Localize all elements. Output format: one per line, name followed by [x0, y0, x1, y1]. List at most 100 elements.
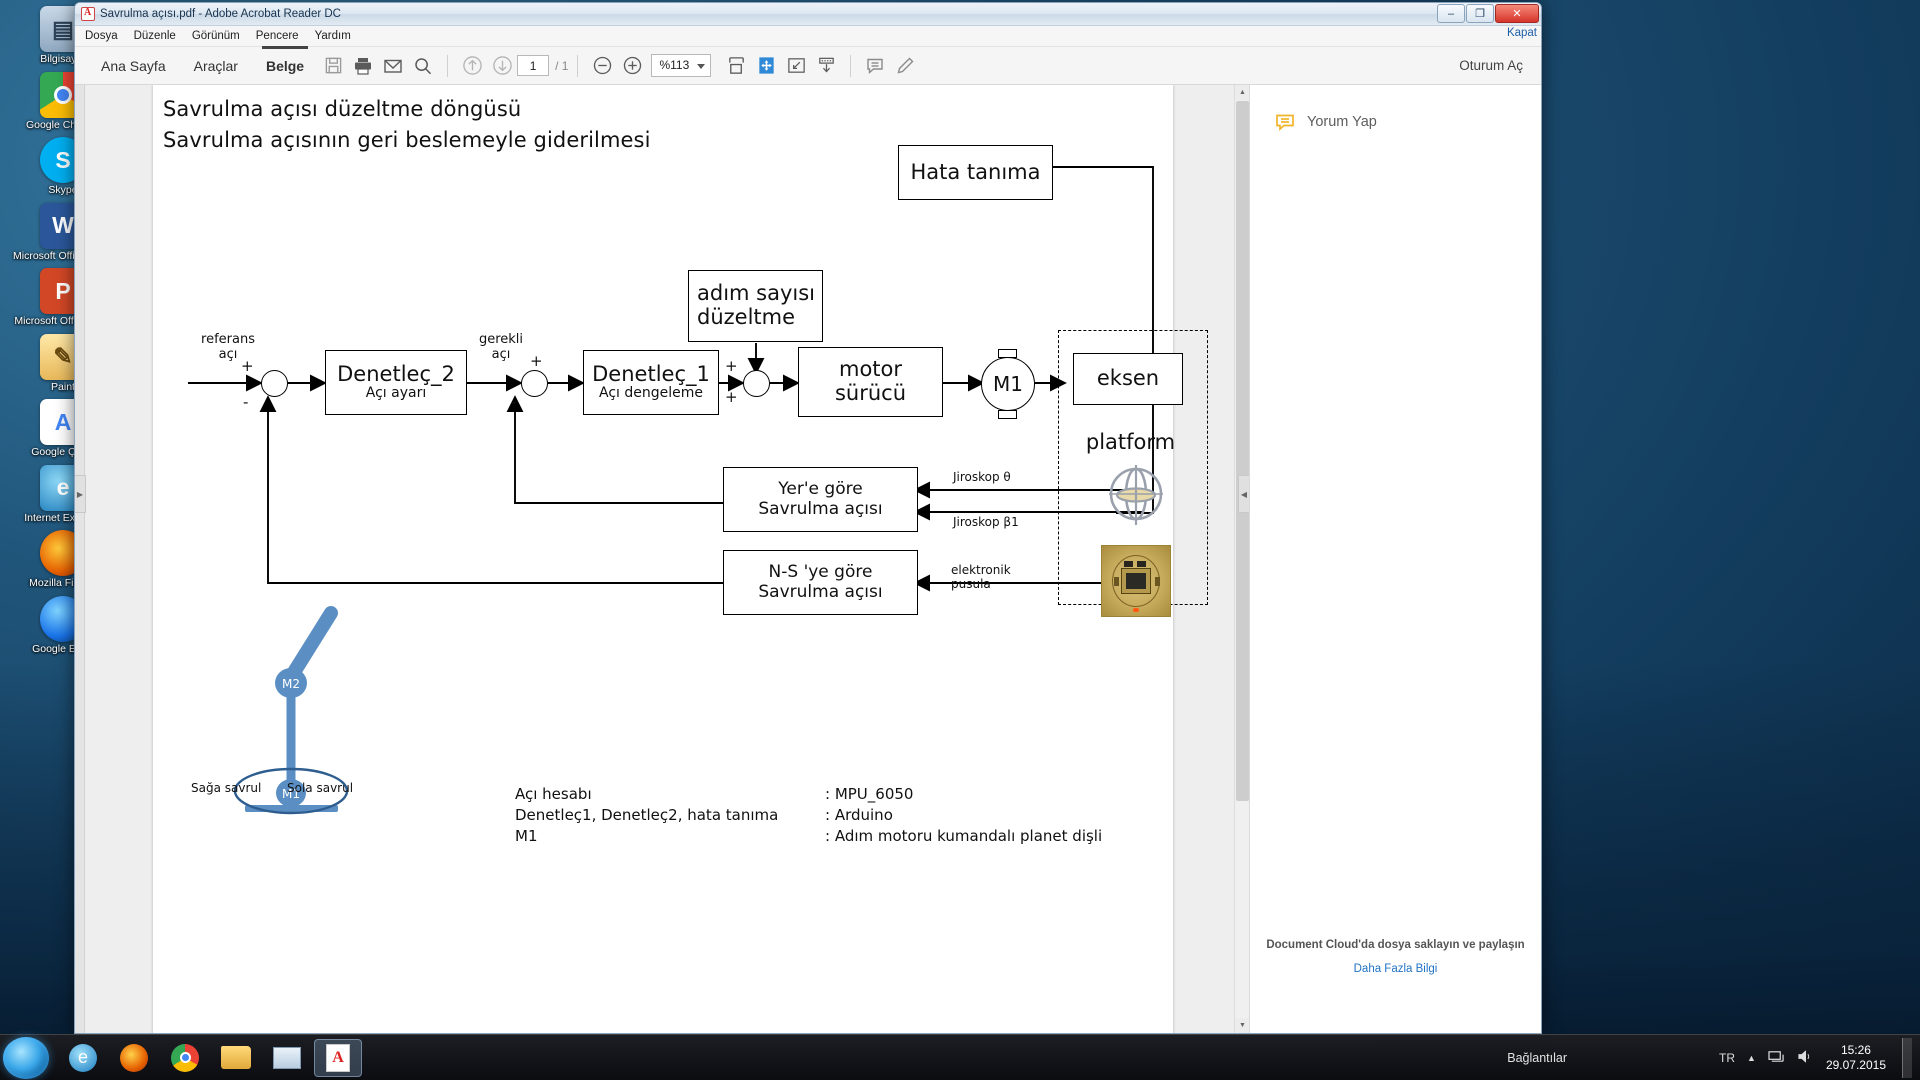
next-page-icon[interactable]: [487, 51, 517, 81]
sign-minus-1: -: [243, 393, 249, 411]
firefox-icon: [120, 1043, 148, 1072]
label-line2: pusula: [951, 576, 991, 591]
desktop-background: ▤ Bilgisayar Google Chrome S Skype W Mic…: [0, 0, 1920, 1080]
minimize-button[interactable]: –: [1437, 4, 1465, 23]
taskbar-chrome[interactable]: [161, 1039, 209, 1077]
scroll-mode-icon[interactable]: [811, 51, 841, 81]
taskbar-file-explorer[interactable]: [212, 1039, 260, 1077]
pan-tool-icon[interactable]: [751, 51, 781, 81]
window-titlebar[interactable]: Savrulma açısı.pdf - Adobe Acrobat Reade…: [75, 3, 1541, 26]
block-motor-surucu: motor sürücü: [798, 347, 943, 417]
legend-item-1: Denetleç1, Denetleç2, hata tanıma: [515, 806, 779, 824]
start-button[interactable]: [3, 1036, 49, 1079]
document-vertical-scrollbar[interactable]: ▲ ▼: [1234, 85, 1249, 1033]
label-line1: elektronik: [951, 563, 1011, 577]
previous-page-icon[interactable]: [457, 51, 487, 81]
window-title: Savrulma açısı.pdf - Adobe Acrobat Reade…: [100, 8, 341, 20]
save-icon[interactable]: [318, 51, 348, 81]
block-label-line1: N-S 'ye göre: [768, 562, 873, 583]
block-label-line1: Yer'e göre: [778, 479, 863, 500]
fit-page-icon[interactable]: [721, 51, 751, 81]
scroll-down-arrow-icon[interactable]: ▼: [1235, 1018, 1249, 1033]
summing-junction-3: [743, 370, 770, 397]
legend-item-0: Açı hesabı: [515, 785, 592, 803]
block-label-line2: düzeltme: [697, 305, 796, 329]
zoom-in-icon[interactable]: [617, 51, 647, 81]
motor-m1: M1: [981, 357, 1035, 411]
electronic-compass-image: [1101, 545, 1171, 617]
tab-belge[interactable]: Belge: [252, 45, 318, 85]
menu-item-dosya[interactable]: Dosya: [85, 30, 118, 42]
taskbar-acrobat-reader[interactable]: A: [314, 1038, 362, 1077]
sign-in-button[interactable]: Oturum Aç: [1459, 58, 1529, 73]
label-jiroskop-beta1: Jiroskop β1: [953, 515, 1019, 529]
email-icon[interactable]: [378, 51, 408, 81]
block-eksen: eksen: [1073, 353, 1183, 405]
comment-icon[interactable]: [860, 51, 890, 81]
diagram-connectors: [188, 158, 1154, 592]
chrome-icon: [171, 1043, 199, 1072]
legend-value-1: : Arduino: [825, 806, 893, 824]
block-label-line1: motor: [838, 357, 903, 382]
show-hidden-icons-button[interactable]: ▲: [1747, 1053, 1756, 1063]
menu-item-pencere[interactable]: Pencere: [256, 30, 299, 42]
taskbar: e A Bağlantılar TR ▲ 15:26 29.07.2015: [0, 1034, 1920, 1080]
tab-ana-sayfa[interactable]: Ana Sayfa: [87, 47, 180, 85]
sign-plus-1: +: [241, 357, 254, 375]
block-denetlec-1: Denetleç_1 Açı dengeleme: [583, 350, 719, 415]
right-tools-panel: Yorum Yap Document Cloud'da dosya saklay…: [1249, 85, 1541, 1033]
legend-value-0: : MPU_6050: [825, 785, 914, 803]
search-icon[interactable]: [408, 51, 438, 81]
label-jiroskop-theta: Jiroskop θ: [953, 470, 1011, 484]
svg-text:M2: M2: [282, 677, 300, 691]
zoom-out-icon[interactable]: [587, 51, 617, 81]
language-indicator[interactable]: TR: [1719, 1051, 1735, 1065]
tab-araclar[interactable]: Araçlar: [180, 47, 252, 85]
kapat-link[interactable]: Kapat: [1507, 27, 1537, 39]
window-icon: [273, 1046, 301, 1069]
block-denetlec-2: Denetleç_2 Açı ayarı: [325, 350, 467, 415]
clock[interactable]: 15:26 29.07.2015: [1826, 1043, 1886, 1073]
scroll-up-arrow-icon[interactable]: ▲: [1235, 85, 1249, 100]
legend-item-2: M1: [515, 827, 538, 845]
pdf-page: Savrulma açısı düzeltme döngüsü Savrulma…: [153, 85, 1208, 1033]
taskbar-internet-explorer[interactable]: e: [59, 1039, 107, 1077]
window-controls: – ❐ ✕: [1437, 4, 1539, 23]
print-icon[interactable]: [348, 51, 378, 81]
show-desktop-button[interactable]: [1902, 1037, 1912, 1078]
menu-item-gorunum[interactable]: Görünüm: [192, 30, 240, 42]
comment-bubble-icon: [1276, 114, 1294, 131]
motor-terminal-bottom: [998, 410, 1017, 419]
menu-item-yardim[interactable]: Yardım: [315, 30, 351, 42]
legend-value-2: : Adım motoru kumandalı planet dişli: [825, 827, 1103, 845]
cloud-promo-title: Document Cloud'da dosya saklayın ve payl…: [1266, 939, 1525, 951]
expand-left-pane-button[interactable]: ▶: [75, 475, 86, 513]
highlight-icon[interactable]: [890, 51, 920, 81]
comment-tool-row[interactable]: Yorum Yap: [1250, 85, 1541, 133]
page-number-input[interactable]: 1: [517, 55, 550, 76]
network-icon[interactable]: [1768, 1049, 1785, 1067]
taskbar-window[interactable]: [263, 1039, 311, 1077]
sign-plus-3a: +: [725, 357, 738, 375]
block-label-line1: adım sayısı: [697, 281, 816, 306]
summing-junction-2: [521, 370, 548, 397]
block-label-line2: Savrulma açısı: [758, 498, 883, 519]
motor-label: M1: [993, 372, 1023, 396]
menu-item-duzenle[interactable]: Düzenle: [134, 30, 176, 42]
taskbar-firefox[interactable]: [110, 1039, 158, 1077]
left-pane-strip: [75, 85, 85, 1033]
block-label-line2: sürücü: [834, 381, 907, 405]
collapse-right-pane-button[interactable]: ◀: [1238, 475, 1249, 513]
toolbar-divider: [447, 54, 449, 77]
volume-icon[interactable]: [1797, 1049, 1814, 1067]
scrollbar-thumb[interactable]: [1236, 101, 1249, 801]
pdf-content: Savrulma açısı düzeltme döngüsü Savrulma…: [153, 85, 1208, 1033]
fit-width-icon[interactable]: [781, 51, 811, 81]
label-line2: açı: [218, 346, 238, 362]
cloud-promo-link[interactable]: Daha Fazla Bilgi: [1250, 963, 1541, 975]
zoom-level-select[interactable]: %113: [651, 54, 712, 77]
close-button[interactable]: ✕: [1495, 4, 1539, 23]
menu-bar: Dosya Düzenle Görünüm Pencere Yardım Kap…: [75, 26, 1541, 47]
acrobat-reader-window: Savrulma açısı.pdf - Adobe Acrobat Reade…: [74, 2, 1542, 1034]
maximize-button[interactable]: ❐: [1466, 4, 1494, 23]
